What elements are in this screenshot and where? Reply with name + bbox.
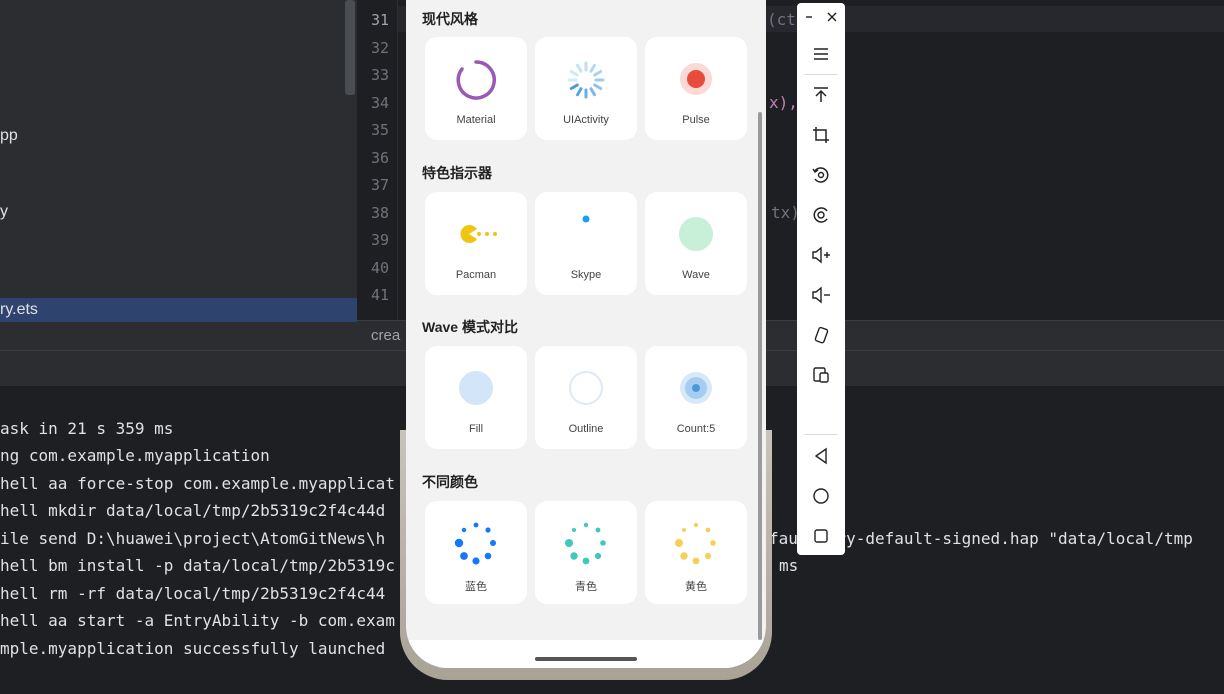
indicator-card-wave[interactable]: Wave xyxy=(645,192,747,295)
wave-count-icon xyxy=(680,372,712,404)
indicator-card-material[interactable]: Material xyxy=(425,37,527,140)
card-label: 黄色 xyxy=(685,581,707,593)
console-line: hell mkdir data/local/tmp/2b5319c2f4c44d xyxy=(0,501,386,520)
console-line: ask in 21 s 359 ms xyxy=(0,419,174,438)
indicator-card-yellow[interactable]: 黄色 xyxy=(645,501,747,604)
section-title: 不同颜色 xyxy=(422,474,478,490)
line-number: 36 xyxy=(370,149,389,167)
project-tree: pp y ry.ets xyxy=(0,0,357,350)
line-number: 38 xyxy=(370,204,389,222)
recents-icon[interactable] xyxy=(801,520,841,552)
material-arc-icon xyxy=(456,60,496,100)
cyan-dots-spinner-icon xyxy=(565,522,606,565)
card-label: Wave xyxy=(682,269,710,281)
indicator-card-count[interactable]: Count:5 xyxy=(645,346,747,449)
card-label: Skype xyxy=(570,269,602,281)
card-label: Outline xyxy=(568,423,604,435)
tree-item-selected[interactable]: ry.ets xyxy=(0,298,357,322)
volume-down-icon[interactable] xyxy=(801,279,841,311)
breadcrumb[interactable]: crea xyxy=(371,327,400,344)
ui-activity-spinner-icon xyxy=(567,61,605,99)
pacman-icon xyxy=(460,225,497,243)
card-label: Material xyxy=(456,114,496,126)
console-line: ms xyxy=(779,556,799,575)
console-line: hell bm install -p data/local/tmp/2b5319… xyxy=(0,556,395,575)
section-title: 特色指示器 xyxy=(422,165,492,181)
emulator-toolbar xyxy=(797,3,845,555)
console-line: ng com.example.myapplication xyxy=(0,446,270,465)
back-icon[interactable] xyxy=(801,440,841,472)
rotate-icon[interactable] xyxy=(801,159,841,191)
line-number: 33 xyxy=(370,66,389,84)
console-line: ile send D:\huawei\project\AtomGitNews\h xyxy=(0,529,386,548)
line-number: 32 xyxy=(370,39,389,57)
indicator-card-cyan[interactable]: 青色 xyxy=(535,501,637,604)
line-number: 37 xyxy=(370,176,389,194)
console-line: mple.myapplication successfully launched xyxy=(0,639,386,658)
tree-item[interactable]: y xyxy=(0,200,8,224)
volume-up-icon[interactable] xyxy=(801,239,841,271)
to-top-icon[interactable] xyxy=(801,79,841,111)
card-label: 青色 xyxy=(575,581,597,593)
line-number: 31 xyxy=(370,11,389,29)
line-number: 41 xyxy=(370,286,389,304)
tree-item[interactable]: pp xyxy=(0,124,18,148)
crop-icon[interactable] xyxy=(801,119,841,151)
card-label: Fill xyxy=(468,423,484,435)
toolbar-divider xyxy=(805,434,837,435)
blue-dots-spinner-icon xyxy=(454,522,496,565)
line-number: 35 xyxy=(370,121,389,139)
shake-icon[interactable] xyxy=(801,319,841,351)
skype-dot-icon xyxy=(582,215,590,223)
card-label: Pulse xyxy=(682,114,710,126)
indicator-card-uiactivity[interactable]: UIActivity xyxy=(535,37,637,140)
line-number: 39 xyxy=(370,231,389,249)
card-label: Pacman xyxy=(455,269,497,281)
phone-screen: 现代风格 Material UIActivity Pulse 特色指示器 Pac… xyxy=(406,0,766,668)
section-title: Wave 模式对比 xyxy=(422,319,518,335)
wave-fill-icon xyxy=(459,371,493,405)
yellow-dots-spinner-icon xyxy=(675,522,716,565)
console-line: hell aa start -a EntryAbility -b com.exa… xyxy=(0,611,395,630)
wave-circle-icon xyxy=(679,217,713,251)
close-icon[interactable] xyxy=(822,7,842,27)
home-indicator[interactable] xyxy=(535,657,637,661)
code-fragment: (ct xyxy=(767,10,796,29)
screen: pp y ry.ets 31 32 33 34 35 36 37 38 39 4… xyxy=(0,0,1224,694)
pulse-dot-icon xyxy=(680,63,712,95)
card-label: UIActivity xyxy=(563,114,609,126)
console-line: hell aa force-stop com.example.myapplica… xyxy=(0,474,395,493)
code-fragment: tx) xyxy=(771,203,800,222)
indicator-card-pulse[interactable]: Pulse xyxy=(645,37,747,140)
section-title: 现代风格 xyxy=(422,11,478,27)
toolbar-divider xyxy=(805,74,837,75)
indicator-card-outline[interactable]: Outline xyxy=(535,346,637,449)
minimize-icon[interactable] xyxy=(799,7,819,27)
card-label: 蓝色 xyxy=(465,581,487,593)
screen-scrollbar[interactable] xyxy=(758,112,762,640)
gutter-divider xyxy=(397,0,398,320)
bottom-area xyxy=(406,640,766,668)
line-number: 34 xyxy=(370,94,389,112)
code-fragment: x), xyxy=(769,93,798,112)
tree-scrollbar[interactable] xyxy=(345,0,355,95)
menu-icon[interactable] xyxy=(801,38,841,70)
indicator-card-skype[interactable]: Skype xyxy=(535,192,637,295)
line-number: 40 xyxy=(370,259,389,277)
indicator-card-fill[interactable]: Fill xyxy=(425,346,527,449)
console-line: hell rm -rf data/local/tmp/2b5319c2f4c44 xyxy=(0,584,386,603)
multi-device-icon[interactable] xyxy=(801,359,841,391)
indicator-card-blue[interactable]: 蓝色 xyxy=(425,501,527,604)
home-icon[interactable] xyxy=(801,480,841,512)
wave-outline-icon xyxy=(569,371,603,405)
card-label: Count:5 xyxy=(676,423,716,435)
indicator-card-pacman[interactable]: Pacman xyxy=(425,192,527,295)
screenshot-icon[interactable] xyxy=(801,199,841,231)
